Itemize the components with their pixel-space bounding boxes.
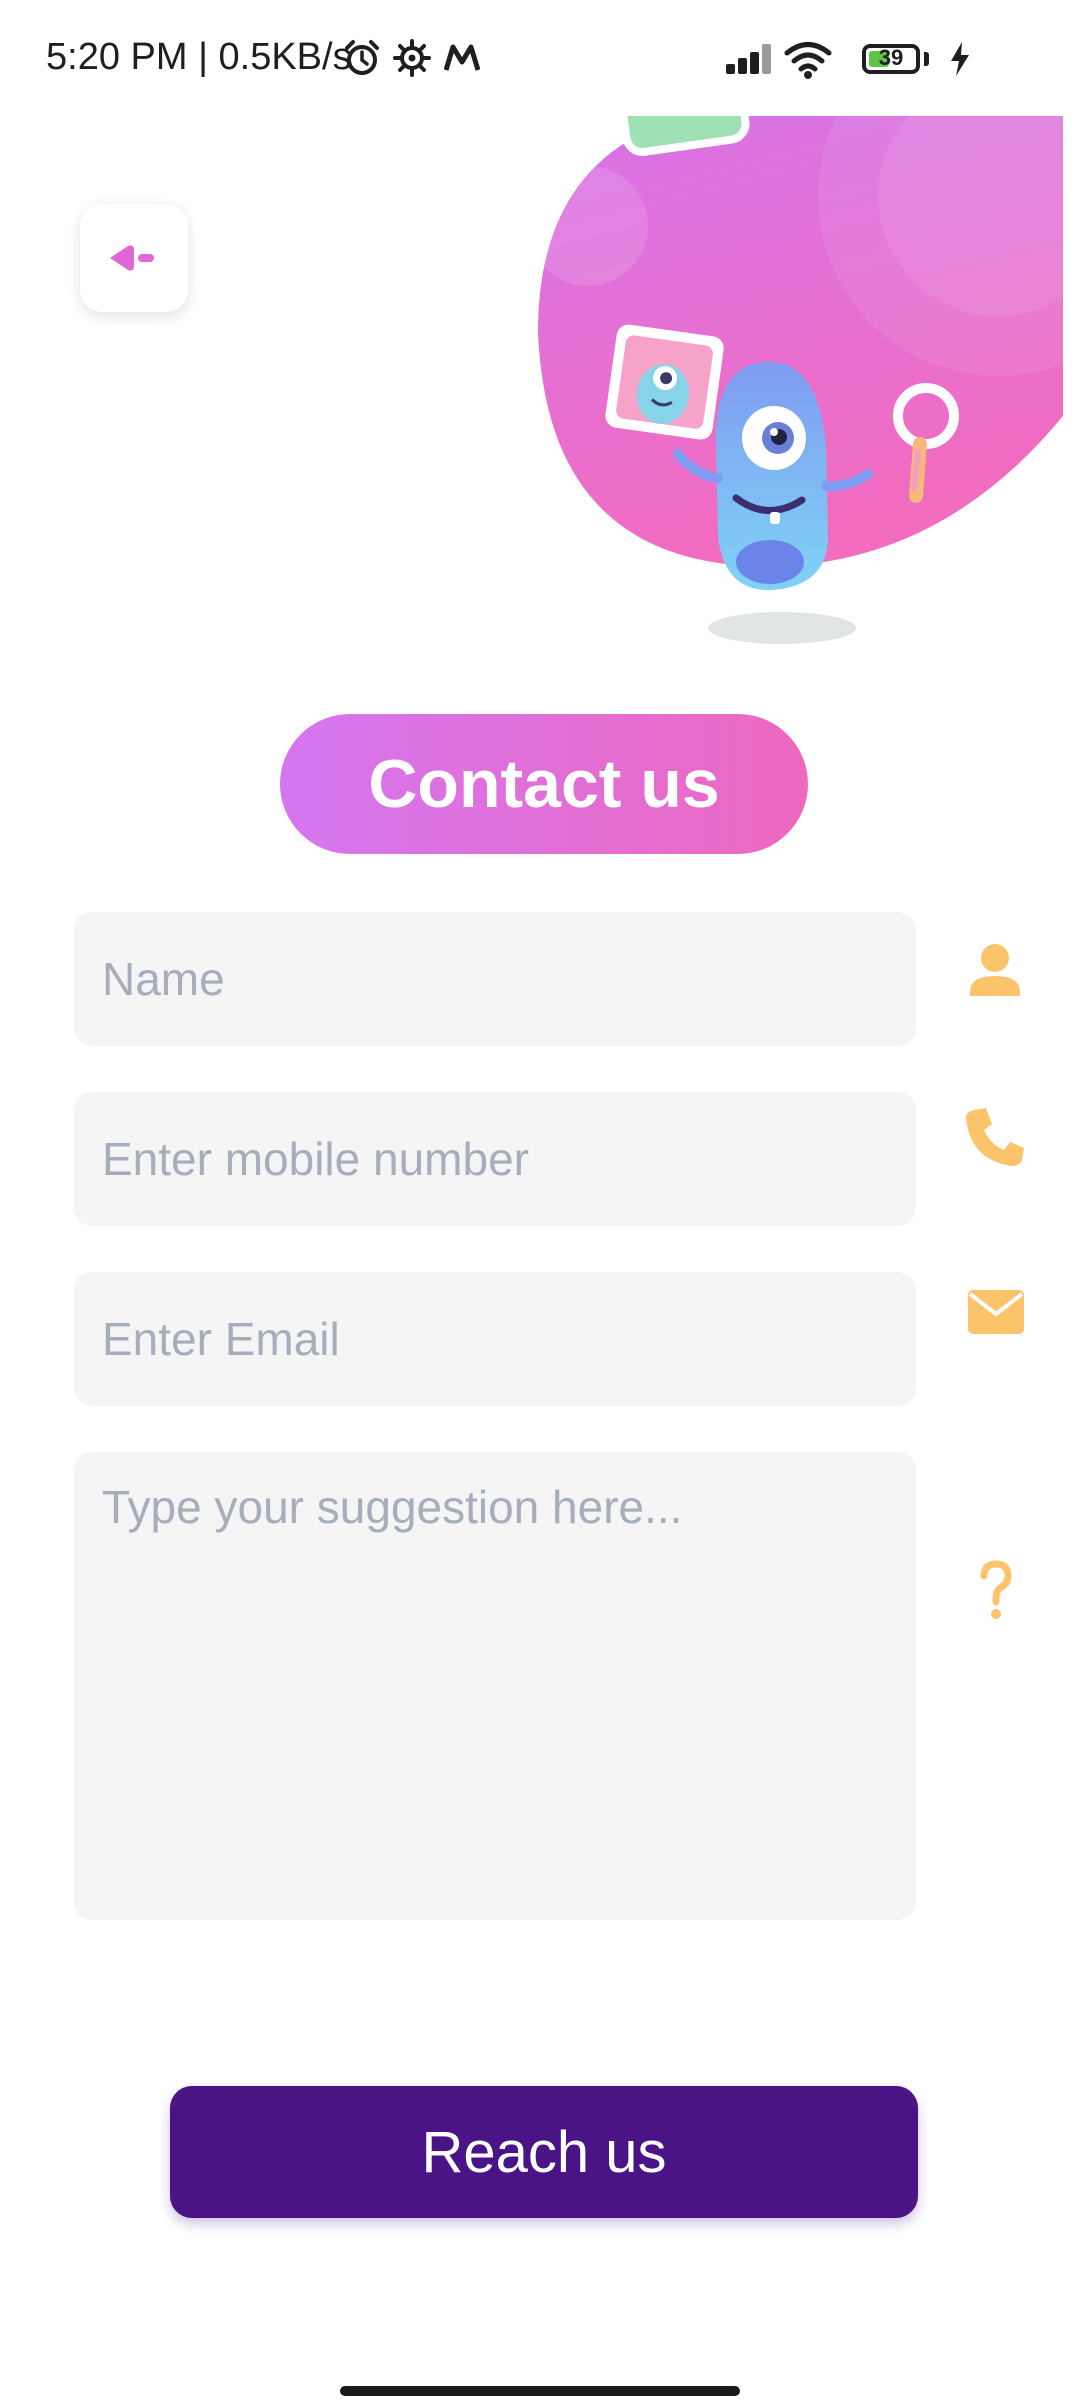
m-app-icon bbox=[444, 44, 480, 71]
back-button[interactable] bbox=[80, 204, 188, 312]
home-indicator[interactable] bbox=[340, 2386, 740, 2396]
mobile-number-field[interactable] bbox=[74, 1092, 916, 1226]
email-field[interactable] bbox=[74, 1272, 916, 1406]
battery-icon: 39 bbox=[862, 44, 920, 74]
battery-nub bbox=[924, 52, 929, 66]
page-title: Contact us bbox=[280, 714, 808, 854]
signal-icon bbox=[726, 44, 772, 74]
name-field[interactable] bbox=[74, 912, 916, 1046]
alarm-icon bbox=[345, 40, 379, 75]
status-bar: 5:20 PM | 0.5KB/s 39 bbox=[0, 0, 1080, 110]
mail-icon bbox=[968, 1290, 1024, 1334]
charging-icon bbox=[951, 42, 969, 76]
phone-icon bbox=[966, 1108, 1024, 1166]
wifi-icon bbox=[784, 42, 832, 79]
settings-gear-icon bbox=[393, 39, 431, 77]
question-icon bbox=[980, 1560, 1012, 1619]
person-icon bbox=[970, 944, 1020, 996]
reach-us-button[interactable]: Reach us bbox=[170, 2086, 918, 2218]
suggestion-textarea[interactable] bbox=[74, 1452, 916, 1920]
status-time-speed: 5:20 PM | 0.5KB/s bbox=[46, 36, 352, 78]
hero-illustration bbox=[528, 116, 1068, 644]
back-arrow-icon bbox=[110, 245, 154, 271]
battery-level: 39 bbox=[878, 45, 904, 70]
